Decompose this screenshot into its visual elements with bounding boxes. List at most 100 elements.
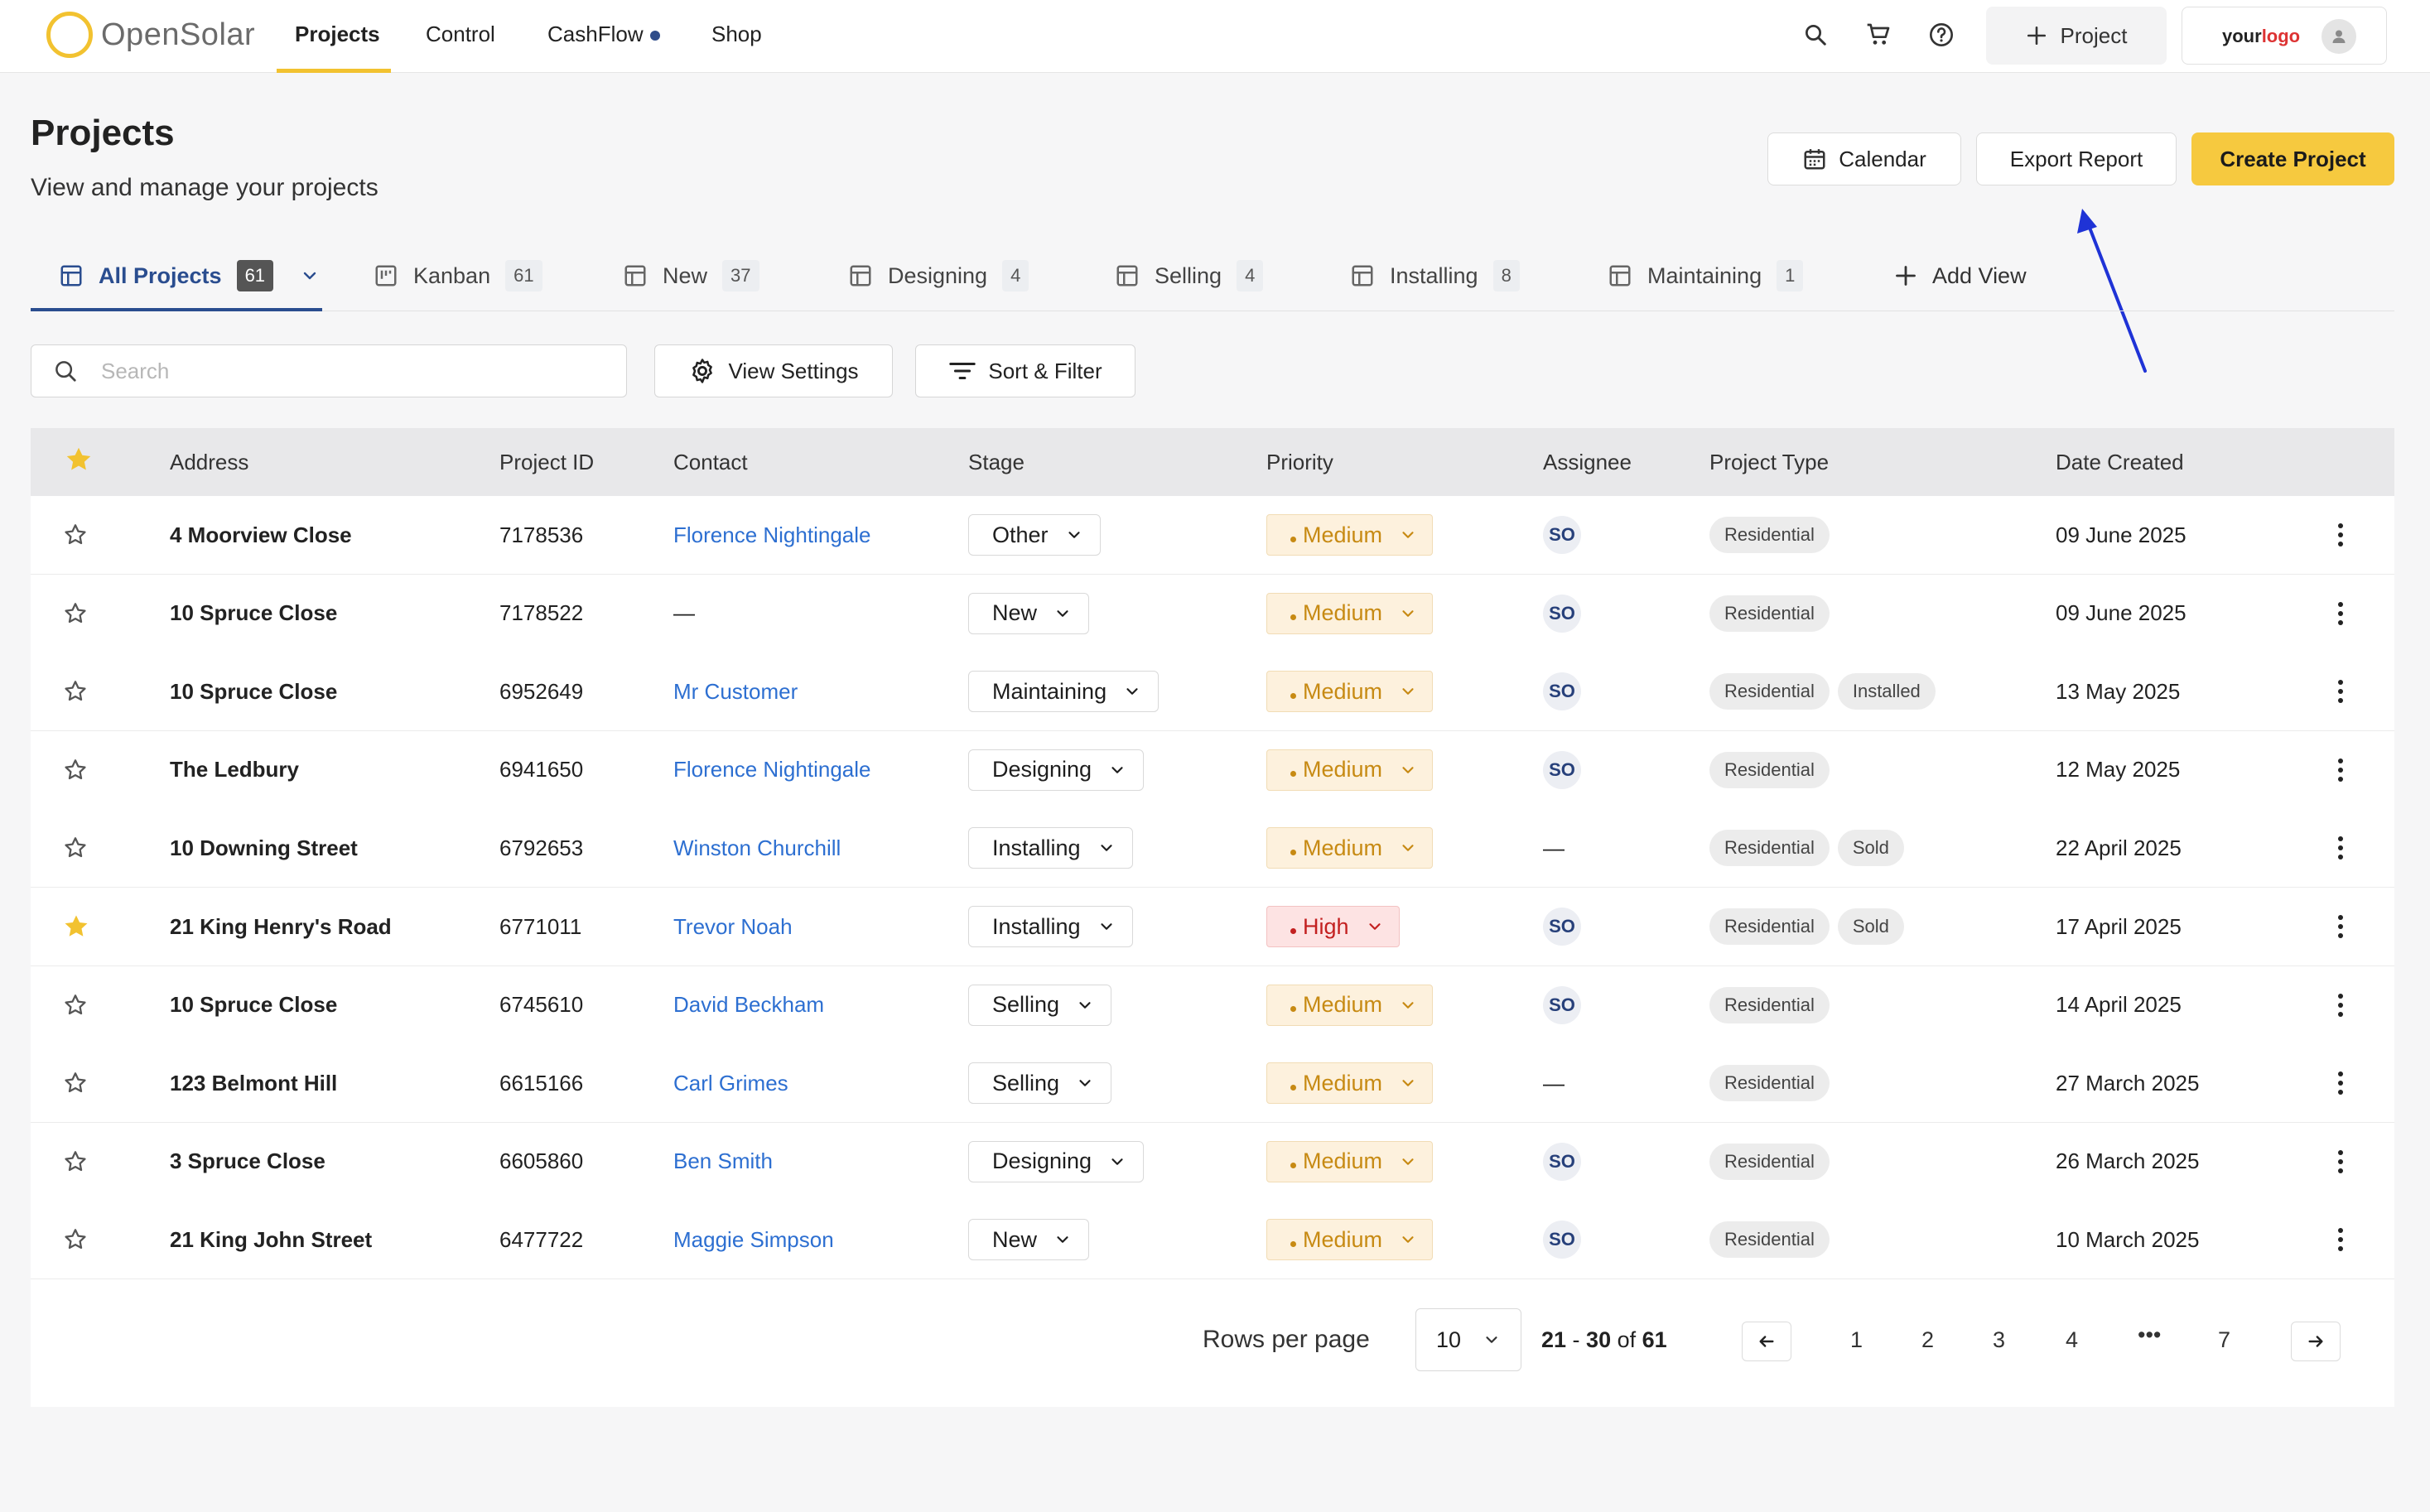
opensolar-logo[interactable]: OpenSolar	[46, 12, 255, 58]
more-options-icon[interactable]	[2336, 523, 2345, 547]
search-input[interactable]	[101, 358, 598, 384]
more-options-icon[interactable]	[2336, 1071, 2345, 1095]
address-cell[interactable]: 123 Belmont Hill	[170, 1071, 337, 1096]
address-cell[interactable]: 10 Spruce Close	[170, 992, 337, 1018]
nav-control[interactable]: Control	[426, 22, 495, 47]
new-project-button[interactable]: Project	[1986, 7, 2167, 65]
more-options-icon[interactable]	[2336, 1228, 2345, 1252]
table-row[interactable]: 21 King Henry's Road 6771011 Trevor Noah In…	[31, 888, 2394, 966]
stage-select[interactable]: New	[968, 592, 1090, 634]
page-1-button[interactable]: 1	[1850, 1327, 1863, 1353]
contact-link[interactable]: Mr Customer	[673, 679, 798, 705]
column-header-address[interactable]: Address	[170, 450, 248, 475]
priority-select[interactable]: Medium	[1266, 827, 1434, 869]
priority-select[interactable]: Medium	[1266, 984, 1434, 1026]
more-options-icon[interactable]	[2336, 915, 2345, 938]
star-filled-icon[interactable]	[62, 888, 90, 965]
cart-icon[interactable]	[1862, 18, 1895, 51]
contact-link[interactable]: David Beckham	[673, 992, 824, 1018]
column-header-assignee[interactable]: Assignee	[1543, 450, 1632, 475]
table-row[interactable]: The Ledbury 6941650 Florence Nightingale De…	[31, 730, 2394, 810]
address-cell[interactable]: 4 Moorview Close	[170, 522, 352, 548]
org-account-menu[interactable]: yourlogo	[2182, 7, 2387, 65]
add-view-button[interactable]: Add View	[1894, 240, 2027, 311]
stage-select[interactable]: Installing	[968, 827, 1133, 869]
tab-kanban[interactable]: Kanban 61	[374, 240, 542, 311]
star-outline-icon[interactable]	[62, 575, 89, 652]
stage-select[interactable]: Other	[968, 514, 1101, 556]
search-icon[interactable]	[1799, 18, 1832, 51]
contact-link[interactable]: Florence Nightingale	[673, 522, 870, 548]
more-options-icon[interactable]	[2336, 836, 2345, 860]
more-options-icon[interactable]	[2336, 993, 2345, 1017]
column-header-project-id[interactable]: Project ID	[499, 450, 594, 475]
star-outline-icon[interactable]	[62, 1044, 89, 1122]
address-cell[interactable]: 3 Spruce Close	[170, 1148, 325, 1174]
rows-per-page-select[interactable]: 10	[1415, 1308, 1521, 1371]
tab-designing[interactable]: Designing 4	[848, 240, 1029, 311]
star-outline-icon[interactable]	[62, 496, 89, 574]
assignee-avatar[interactable]: SO	[1543, 1221, 1581, 1259]
priority-select[interactable]: Medium	[1266, 514, 1434, 556]
sort-filter-button[interactable]: Sort & Filter	[915, 344, 1135, 397]
address-cell[interactable]: 10 Spruce Close	[170, 600, 337, 626]
stage-select[interactable]: Designing	[968, 749, 1145, 791]
tab-selling[interactable]: Selling 4	[1115, 240, 1264, 311]
star-outline-icon[interactable]	[62, 731, 89, 809]
star-outline-icon[interactable]	[62, 966, 89, 1044]
contact-link[interactable]: Florence Nightingale	[673, 757, 870, 782]
help-icon[interactable]	[1925, 18, 1958, 51]
contact-link[interactable]: Winston Churchill	[673, 835, 841, 861]
column-header-priority[interactable]: Priority	[1266, 450, 1333, 475]
table-row[interactable]: 10 Downing Street 6792653 Winston Churchil…	[31, 809, 2394, 888]
column-header-stage[interactable]: Stage	[968, 450, 1025, 475]
search-box[interactable]	[31, 344, 627, 397]
contact-link[interactable]: Carl Grimes	[673, 1071, 788, 1096]
page-7-button[interactable]: 7	[2218, 1327, 2230, 1353]
priority-select[interactable]: Medium	[1266, 1140, 1434, 1182]
priority-select[interactable]: Medium	[1266, 671, 1434, 713]
star-filled-icon[interactable]	[64, 445, 94, 474]
contact-link[interactable]: Ben Smith	[673, 1148, 773, 1174]
table-row[interactable]: 4 Moorview Close 7178536 Florence Nighting…	[31, 496, 2394, 575]
more-options-icon[interactable]	[2336, 601, 2345, 625]
priority-select[interactable]: High	[1266, 906, 1400, 947]
address-cell[interactable]: 21 King Henry's Road	[170, 914, 392, 940]
stage-select[interactable]: Designing	[968, 1140, 1145, 1182]
table-row[interactable]: 10 Spruce Close 6952649 Mr Customer Maintai…	[31, 652, 2394, 732]
stage-select[interactable]: Installing	[968, 906, 1133, 947]
chevron-down-icon[interactable]	[300, 266, 320, 286]
priority-select[interactable]: Medium	[1266, 749, 1434, 791]
stage-select[interactable]: Selling	[968, 984, 1112, 1026]
assignee-avatar[interactable]: SO	[1543, 516, 1581, 554]
stage-select[interactable]: Selling	[968, 1062, 1112, 1105]
export-report-button[interactable]: Export Report	[1976, 132, 2177, 185]
more-options-icon[interactable]	[2336, 1149, 2345, 1173]
nav-shop[interactable]: Shop	[711, 22, 762, 47]
star-outline-icon[interactable]	[62, 809, 89, 887]
priority-select[interactable]: Medium	[1266, 592, 1434, 634]
table-row[interactable]: 10 Spruce Close 6745610 David Beckham Selli…	[31, 965, 2394, 1045]
tab-installing[interactable]: Installing 8	[1350, 240, 1520, 311]
more-options-icon[interactable]	[2336, 758, 2345, 782]
create-project-button[interactable]: Create Project	[2191, 132, 2394, 185]
tab-maintaining[interactable]: Maintaining 1	[1608, 240, 1804, 311]
page-2-button[interactable]: 2	[1921, 1327, 1934, 1353]
star-outline-icon[interactable]	[62, 1123, 89, 1201]
star-outline-icon[interactable]	[62, 652, 89, 730]
page-3-button[interactable]: 3	[1993, 1327, 2005, 1353]
column-header-project-type[interactable]: Project Type	[1709, 450, 1829, 475]
priority-select[interactable]: Medium	[1266, 1219, 1434, 1261]
assignee-avatar[interactable]: SO	[1543, 1142, 1581, 1181]
contact-link[interactable]: Trevor Noah	[673, 914, 793, 940]
next-page-button[interactable]	[2291, 1322, 2341, 1361]
tab-all-projects[interactable]: All Projects 61	[59, 240, 320, 311]
address-cell[interactable]: The Ledbury	[170, 757, 299, 782]
stage-select[interactable]: Maintaining	[968, 671, 1160, 713]
table-row[interactable]: 10 Spruce Close 7178522 — New Medium SO Reside…	[31, 574, 2394, 653]
nav-projects[interactable]: Projects	[295, 22, 380, 47]
column-header-contact[interactable]: Contact	[673, 450, 748, 475]
calendar-button[interactable]: Calendar	[1767, 132, 1961, 185]
assignee-avatar[interactable]: SO	[1543, 672, 1581, 711]
stage-select[interactable]: New	[968, 1219, 1090, 1261]
